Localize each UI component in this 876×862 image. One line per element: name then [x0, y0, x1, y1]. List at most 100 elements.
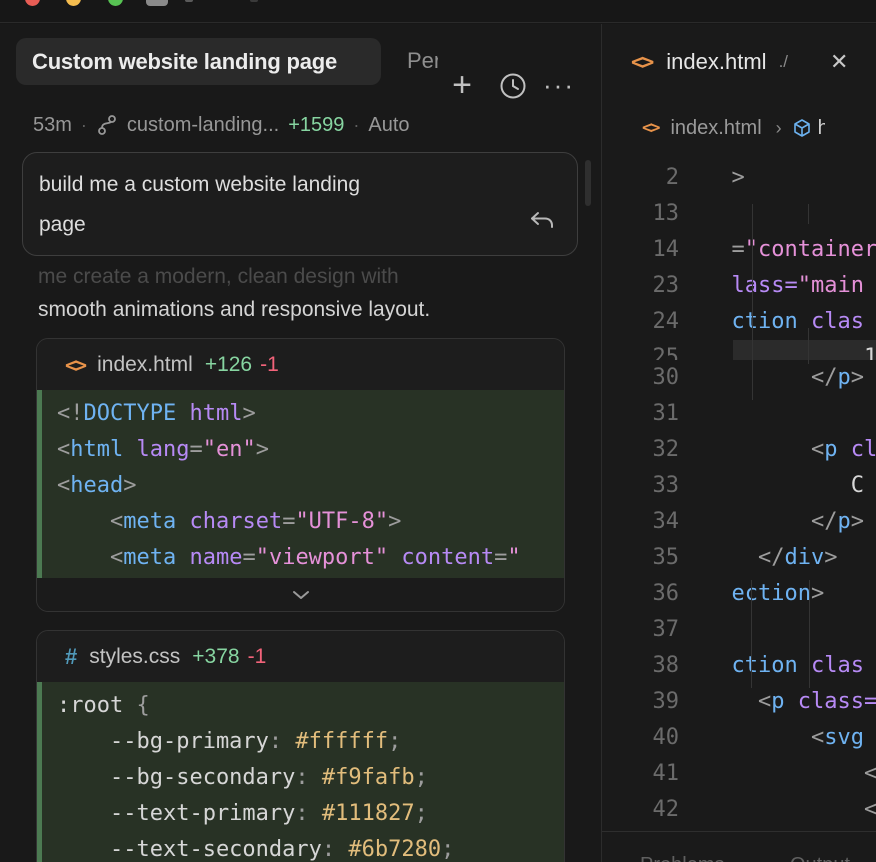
line-number: 42 — [602, 792, 679, 828]
user-message-line2: page — [39, 205, 561, 245]
indent-guide — [808, 204, 809, 224]
model-mode[interactable]: Auto — [368, 114, 409, 137]
editor-tab-index-html[interactable]: <> index.html ./ ✕ — [602, 38, 848, 86]
editor-code-area[interactable]: 2 >1314 ="container23 lass="main24 ction… — [602, 160, 876, 828]
chat-tab-overflow[interactable]: Per — [407, 48, 438, 78]
diff-card-filename: styles.css — [89, 645, 180, 669]
diff-card-filename: index.html — [97, 353, 193, 377]
chat-scrollbar-thumb[interactable] — [585, 160, 591, 206]
symbol-cube-icon — [792, 118, 812, 138]
indent-guide — [809, 580, 810, 688]
html-file-icon: <> — [631, 50, 652, 74]
titlebar-icon — [185, 0, 193, 2]
assistant-text-faded: me create a modern, clean design with — [38, 265, 399, 289]
window-titlebar — [0, 0, 876, 23]
line-number: 2 — [602, 160, 679, 196]
code-line: <head> — [57, 468, 564, 504]
bottom-panel-divider[interactable] — [602, 831, 876, 832]
html-file-icon: <> — [642, 118, 658, 138]
indent-guide — [808, 328, 809, 364]
line-number: 14 — [602, 232, 679, 268]
undo-arrow-icon — [529, 211, 555, 233]
code-line: 40 <svg — [602, 720, 876, 756]
code-line: 37 — [602, 612, 876, 648]
diff-code-preview: <!DOCTYPE html><html lang="en"><head> <m… — [37, 390, 564, 578]
diff-deletions: -1 — [260, 353, 279, 377]
user-message-line1: build me a custom website landing — [39, 165, 561, 205]
code-line: 23 lass="main — [602, 268, 876, 304]
code-line: <meta name="viewport" content=" — [57, 540, 564, 576]
indent-guide — [751, 580, 752, 688]
diff-deletions: -1 — [248, 645, 267, 669]
code-line: 30 </p> — [602, 360, 876, 396]
code-line: 25 1 — [602, 340, 876, 360]
css-file-icon: # — [65, 644, 77, 670]
maximize-window-button[interactable] — [108, 0, 123, 6]
editor-tab-path: ./ — [779, 52, 788, 72]
breadcrumb[interactable]: <> index.html › h — [602, 112, 825, 144]
diff-card-expand-button[interactable] — [37, 578, 564, 612]
breadcrumb-filename[interactable]: index.html — [670, 117, 761, 140]
code-line: 41 < — [602, 756, 876, 792]
diff-additions: +378 — [192, 645, 239, 669]
line-number: 31 — [602, 396, 679, 432]
code-line: <!DOCTYPE html> — [57, 396, 564, 432]
user-message-box[interactable]: build me a custom website landing page — [22, 152, 578, 256]
elapsed-time: 53m — [33, 114, 72, 137]
line-number: 32 — [602, 432, 679, 468]
diff-additions: +126 — [205, 353, 252, 377]
session-status-row: 53m · custom-landing... +1599 · Auto — [33, 112, 410, 138]
code-line: <html lang="en"> — [57, 432, 564, 468]
diff-card-index-html[interactable]: <> index.html +126 -1 <!DOCTYPE html><ht… — [36, 338, 565, 612]
close-window-button[interactable] — [25, 0, 40, 6]
code-line: --text-primary: #111827; — [57, 796, 564, 832]
git-branch-icon — [96, 113, 118, 137]
code-line: 14 ="container — [602, 232, 876, 268]
tab-problems[interactable]: Problems — [640, 854, 724, 862]
close-tab-button[interactable]: ✕ — [830, 49, 848, 75]
code-line: --bg-primary: #ffffff; — [57, 724, 564, 760]
line-number: 37 — [602, 612, 679, 648]
line-number: 30 — [602, 360, 679, 396]
branch-name[interactable]: custom-landing... — [127, 114, 279, 137]
code-line: :root { — [57, 688, 564, 724]
code-line: --text-secondary: #6b7280; — [57, 832, 564, 862]
line-number: 41 — [602, 756, 679, 792]
diff-card-header[interactable]: # styles.css +378 -1 — [37, 631, 564, 682]
breadcrumb-chevron-icon: › — [776, 118, 782, 139]
clock-icon — [499, 72, 527, 100]
restore-checkpoint-button[interactable] — [529, 211, 555, 233]
editor-tab-filename: index.html — [666, 49, 766, 75]
sidebar-toggle-icon[interactable] — [146, 0, 168, 6]
breadcrumb-symbol: h — [818, 117, 825, 140]
code-line: <meta charset="UTF-8"> — [57, 504, 564, 540]
indent-guide — [752, 204, 753, 400]
code-line: 39 <p class= — [602, 684, 876, 720]
code-line: 34 </p> — [602, 504, 876, 540]
diff-card-styles-css[interactable]: # styles.css +378 -1 :root { --bg-primar… — [36, 630, 565, 862]
line-number: 13 — [602, 196, 679, 232]
code-line: 38 ction clas — [602, 648, 876, 684]
minimize-window-button[interactable] — [66, 0, 81, 6]
assistant-text: smooth animations and responsive layout. — [38, 298, 430, 322]
line-number: 23 — [602, 268, 679, 304]
tab-output[interactable]: Output — [790, 854, 850, 862]
code-line: 13 — [602, 196, 876, 232]
chat-tab-active[interactable]: Custom website landing page — [16, 38, 381, 85]
code-line: 2 > — [602, 160, 876, 196]
new-chat-button[interactable]: + — [446, 64, 478, 106]
diff-code-preview: :root { --bg-primary: #ffffff; --bg-seco… — [37, 682, 564, 862]
line-number: 40 — [602, 720, 679, 756]
line-number: 38 — [602, 648, 679, 684]
code-line: 33 C — [602, 468, 876, 504]
line-number: 34 — [602, 504, 679, 540]
line-number: 35 — [602, 540, 679, 576]
code-line: 24 ction clas — [602, 304, 876, 340]
diff-card-header[interactable]: <> index.html +126 -1 — [37, 339, 564, 390]
history-button[interactable] — [499, 72, 527, 100]
line-number: 36 — [602, 576, 679, 612]
chevron-down-icon — [292, 590, 310, 600]
code-line: 35 </div> — [602, 540, 876, 576]
more-options-button[interactable]: ··· — [542, 64, 576, 106]
code-line: 31 — [602, 396, 876, 432]
